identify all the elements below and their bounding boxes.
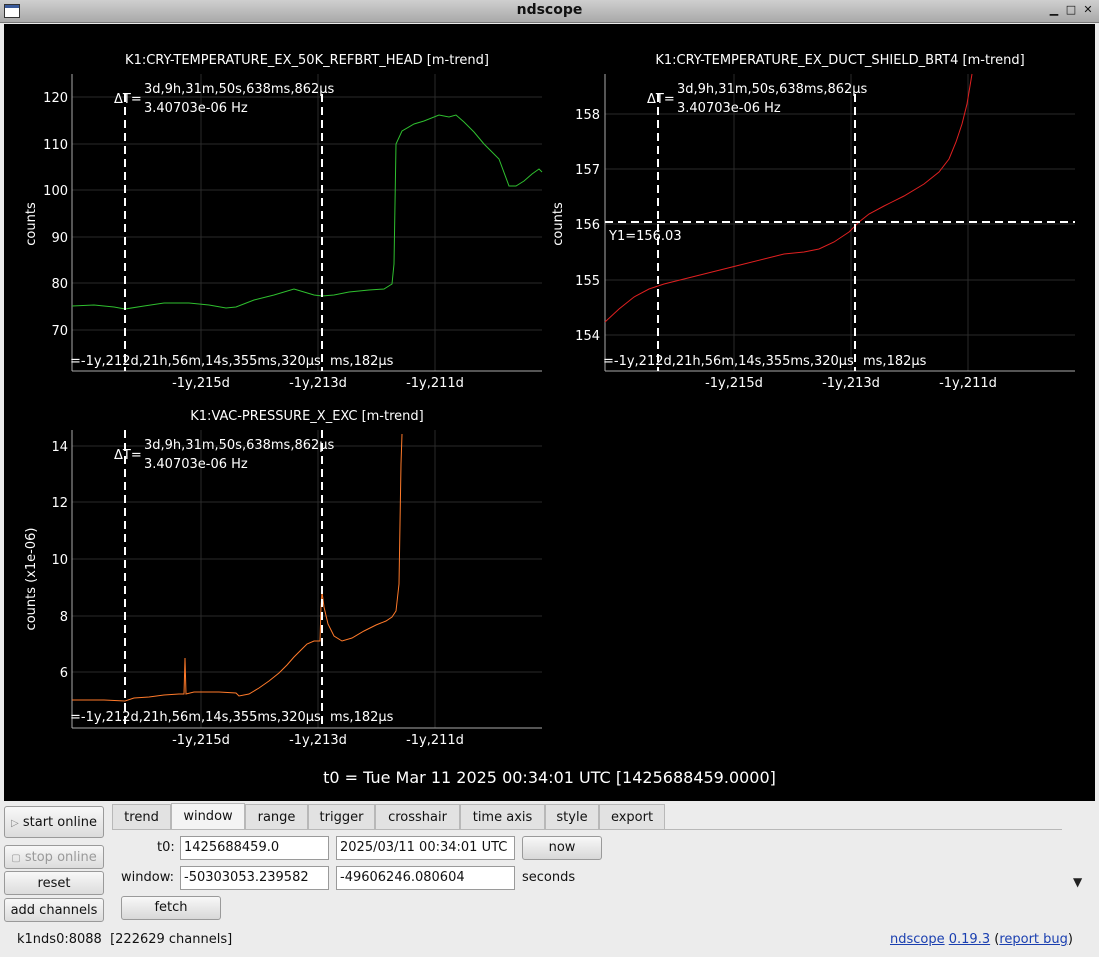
- y-tick-label: 80: [51, 277, 68, 292]
- y-axis-label: counts: [24, 202, 39, 246]
- x-tick-label: -1y,215d: [172, 376, 230, 391]
- window-end-field[interactable]: -49606246.080604: [336, 866, 515, 890]
- tab-crosshair[interactable]: crosshair: [375, 804, 460, 829]
- add-channels-button[interactable]: add channels: [4, 898, 104, 922]
- tab-window[interactable]: window: [171, 803, 245, 830]
- server-label: k1nds0:8088: [17, 932, 102, 947]
- stop-online-label: stop online: [24, 850, 97, 865]
- plot-area: K1:CRY-TEMPERATURE_EX_50K_REFBRT_HEAD [m…: [4, 24, 1095, 801]
- status-bar: k1nds0:8088 [222629 channels]: [17, 932, 232, 947]
- y-tick-label: 100: [43, 184, 68, 199]
- close-icon[interactable]: ✕: [1081, 3, 1095, 17]
- x-tick-label: -1y,215d: [172, 733, 230, 748]
- t0-label: t0:: [157, 840, 175, 855]
- y-axis-label: counts: [551, 202, 566, 246]
- tab-style[interactable]: style: [545, 804, 599, 829]
- t0-gps-field[interactable]: 1425688459.0: [180, 836, 329, 860]
- x-tick-label: -1y,215d: [705, 376, 763, 391]
- maximize-icon[interactable]: □: [1064, 3, 1078, 17]
- y-tick-label: 12: [51, 496, 68, 511]
- plot-title: K1:CRY-TEMPERATURE_EX_DUCT_SHIELD_BRT4 […: [655, 53, 1024, 68]
- trace-line: [72, 433, 403, 702]
- y-tick-label: 158: [575, 108, 600, 123]
- tab-divider: [112, 829, 1062, 830]
- frequency-label: 3.40703e-06 Hz: [144, 101, 248, 116]
- t-cursor-label: =-1y,212d,21h,56m,14s,355ms,320µs: [603, 354, 854, 369]
- tab-time-axis[interactable]: time axis: [460, 804, 545, 829]
- y-tick-label: 155: [575, 274, 600, 289]
- t-cursor-label: =-1y,212d,21h,56m,14s,355ms,320µs: [70, 354, 321, 369]
- now-button[interactable]: now: [522, 836, 602, 860]
- plot-2[interactable]: K1:CRY-TEMPERATURE_EX_DUCT_SHIELD_BRT4 […: [551, 53, 1075, 391]
- y-tick-label: 8: [60, 610, 68, 625]
- x-tick-label: -1y,213d: [289, 733, 347, 748]
- start-online-label: start online: [22, 815, 97, 830]
- y-axis-label: counts (x1e-06): [24, 528, 39, 631]
- t-cursor-label-2: ms,182µs: [330, 710, 394, 725]
- y-tick-label: 157: [575, 163, 600, 178]
- stop-online-button[interactable]: ▢ stop online: [4, 845, 104, 869]
- channel-count: [222629 channels]: [110, 932, 233, 947]
- plot-1[interactable]: K1:CRY-TEMPERATURE_EX_50K_REFBRT_HEAD [m…: [24, 53, 543, 391]
- y-tick-label: 154: [575, 329, 600, 344]
- frequency-label: 3.40703e-06 Hz: [677, 101, 781, 116]
- trace-line: [604, 73, 973, 323]
- window-titlebar: ndscope ▁ □ ✕: [0, 0, 1099, 23]
- t0-utc-field[interactable]: 2025/03/11 00:34:01 UTC: [336, 836, 515, 860]
- t-cursor-label: =-1y,212d,21h,56m,14s,355ms,320µs: [70, 710, 321, 725]
- plot-title: K1:VAC-PRESSURE_X_EXC [m-trend]: [190, 409, 423, 424]
- version-link[interactable]: 0.19.3: [949, 932, 990, 947]
- window-title: ndscope: [516, 2, 583, 18]
- reset-button[interactable]: reset: [4, 871, 104, 895]
- report-bug-link[interactable]: report bug: [999, 932, 1068, 947]
- y-tick-label: 110: [43, 138, 68, 153]
- y-tick-label: 14: [51, 440, 68, 455]
- x-tick-label: -1y,213d: [822, 376, 880, 391]
- fetch-button[interactable]: fetch: [121, 896, 221, 920]
- delta-t-value: 3d,9h,31m,50s,638ms,862µs: [144, 438, 335, 453]
- x-tick-label: -1y,211d: [406, 733, 464, 748]
- tab-export[interactable]: export: [599, 804, 665, 829]
- tab-range[interactable]: range: [245, 804, 308, 829]
- x-tick-label: -1y,213d: [289, 376, 347, 391]
- delta-t-label: ΔT=: [647, 92, 675, 107]
- stop-icon: ▢: [11, 853, 21, 864]
- y-tick-label: 90: [51, 231, 68, 246]
- minimize-icon[interactable]: ▁: [1047, 3, 1061, 17]
- x-tick-label: -1y,211d: [939, 376, 997, 391]
- delta-t-label: ΔT=: [114, 92, 142, 107]
- close-paren: ): [1067, 932, 1073, 947]
- tab-trigger[interactable]: trigger: [308, 804, 375, 829]
- delta-t-label: ΔT=: [114, 448, 142, 463]
- y-tick-label: 156: [575, 218, 600, 233]
- plot-title: K1:CRY-TEMPERATURE_EX_50K_REFBRT_HEAD [m…: [125, 53, 489, 68]
- seconds-label: seconds: [522, 870, 576, 885]
- t-cursor-label-2: ms,182µs: [863, 354, 927, 369]
- plot-3[interactable]: K1:VAC-PRESSURE_X_EXC [m-trend] 6 8 10 1…: [24, 409, 542, 748]
- t-cursor-label-2: ms,182µs: [330, 354, 394, 369]
- window-start-field[interactable]: -50303053.239582: [180, 866, 329, 890]
- tab-trend[interactable]: trend: [112, 804, 171, 829]
- chevron-down-icon[interactable]: ▼: [1073, 875, 1082, 889]
- t0-banner: t0 = Tue Mar 11 2025 00:34:01 UTC [14256…: [323, 768, 776, 787]
- app-link[interactable]: ndscope: [890, 932, 945, 947]
- frequency-label: 3.40703e-06 Hz: [144, 457, 248, 472]
- plots-canvas: K1:CRY-TEMPERATURE_EX_50K_REFBRT_HEAD [m…: [24, 53, 1075, 748]
- play-icon: ▷: [11, 818, 19, 829]
- footer-links: ndscope 0.19.3 (report bug): [890, 932, 1073, 947]
- start-online-button[interactable]: ▷ start online: [4, 806, 104, 838]
- y-cursor-label: Y1=156.03: [608, 229, 682, 244]
- y-tick-label: 120: [43, 91, 68, 106]
- window-label: window:: [121, 870, 174, 885]
- y-tick-label: 10: [51, 553, 68, 568]
- delta-t-value: 3d,9h,31m,50s,638ms,862µs: [677, 82, 868, 97]
- delta-t-value: 3d,9h,31m,50s,638ms,862µs: [144, 82, 335, 97]
- y-tick-label: 6: [60, 666, 68, 681]
- x-tick-label: -1y,211d: [406, 376, 464, 391]
- y-tick-label: 70: [51, 324, 68, 339]
